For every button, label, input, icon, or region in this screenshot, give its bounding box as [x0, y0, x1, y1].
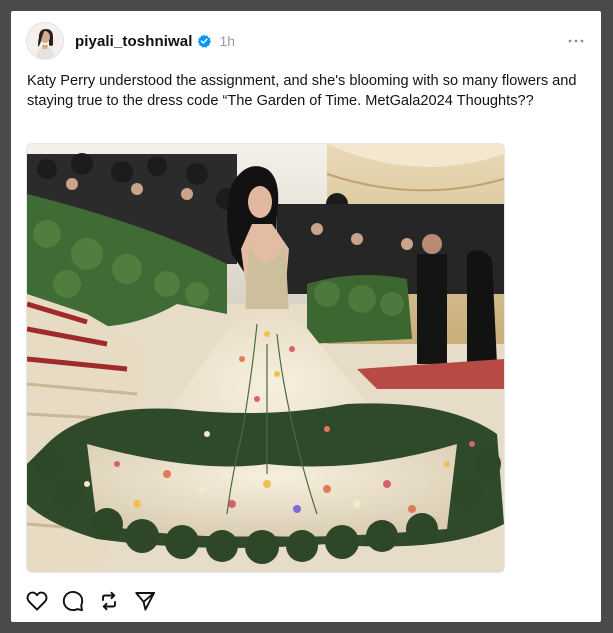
share-button[interactable] — [133, 589, 157, 613]
timestamp: 1h — [219, 33, 236, 49]
gown-photo-icon — [27, 144, 504, 572]
post-header: piyali_toshniwal 1h — [26, 21, 588, 61]
comment-icon — [62, 590, 84, 612]
post-card: piyali_toshniwal 1h Katy Perry understoo… — [11, 11, 601, 622]
username[interactable]: piyali_toshniwal — [75, 33, 192, 50]
post-image[interactable] — [26, 143, 505, 573]
comment-button[interactable] — [61, 589, 85, 613]
post-caption: Katy Perry understood the assignment, an… — [27, 73, 577, 109]
repost-icon — [102, 591, 116, 611]
verified-badge-icon — [197, 34, 212, 48]
profile-photo-icon — [27, 23, 63, 59]
more-horizontal-icon — [568, 39, 584, 43]
more-options-button[interactable] — [564, 31, 588, 51]
avatar[interactable] — [26, 22, 64, 60]
like-button[interactable] — [25, 589, 49, 613]
send-icon — [135, 592, 155, 611]
heart-icon — [26, 591, 48, 611]
repost-button[interactable] — [97, 589, 121, 613]
post-actions — [25, 589, 169, 613]
